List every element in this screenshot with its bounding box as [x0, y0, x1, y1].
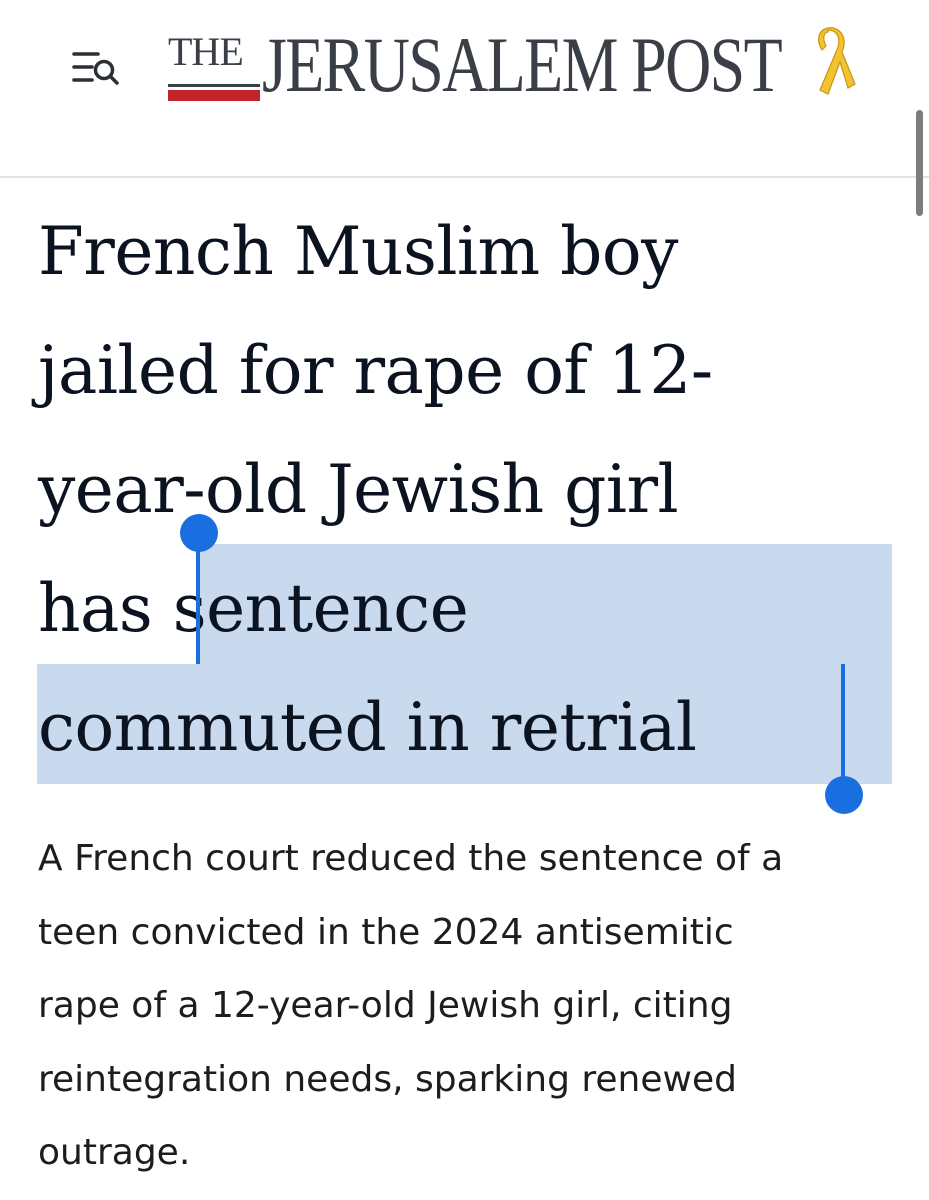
logo-the: THE — [168, 29, 260, 101]
selection-start-caret — [196, 540, 200, 664]
site-logo[interactable]: THE JERUSALEM POST — [168, 18, 895, 114]
headline-line: French Muslim boy — [38, 213, 678, 290]
logo-the-underline — [168, 80, 260, 101]
article-headline: French Muslim boy jailed for rape of 12-… — [38, 192, 898, 787]
subhead-line: rape of a 12-year-old Jewish girl, citin… — [38, 985, 733, 1026]
subhead-line: A French court reduced the sentence of a — [38, 838, 784, 879]
headline-line: jailed for rape of 12- — [38, 332, 713, 409]
scrollbar[interactable] — [916, 110, 923, 216]
yellow-ribbon-icon — [808, 26, 856, 100]
selection-end-handle[interactable] — [825, 776, 863, 814]
logo-the-text: THE — [168, 29, 244, 74]
logo-name: JERUSALEM POST — [262, 21, 783, 108]
headline-line: has sentence — [38, 570, 469, 647]
selection-start-handle[interactable] — [180, 514, 218, 552]
headline-line: commuted in retrial — [38, 689, 697, 766]
article-subheadline: A French court reduced the sentence of a… — [38, 822, 888, 1190]
subhead-line: outrage. — [38, 1132, 191, 1173]
site-header: THE JERUSALEM POST — [0, 0, 929, 178]
subhead-line: reintegration needs, sparking renewed — [38, 1058, 737, 1100]
selection-end-caret — [841, 664, 845, 788]
menu-search-icon[interactable] — [64, 40, 128, 96]
subhead-line: teen convicted in the 2024 antisemitic — [38, 911, 734, 953]
headline-line: year-old Jewish girl — [38, 451, 679, 528]
